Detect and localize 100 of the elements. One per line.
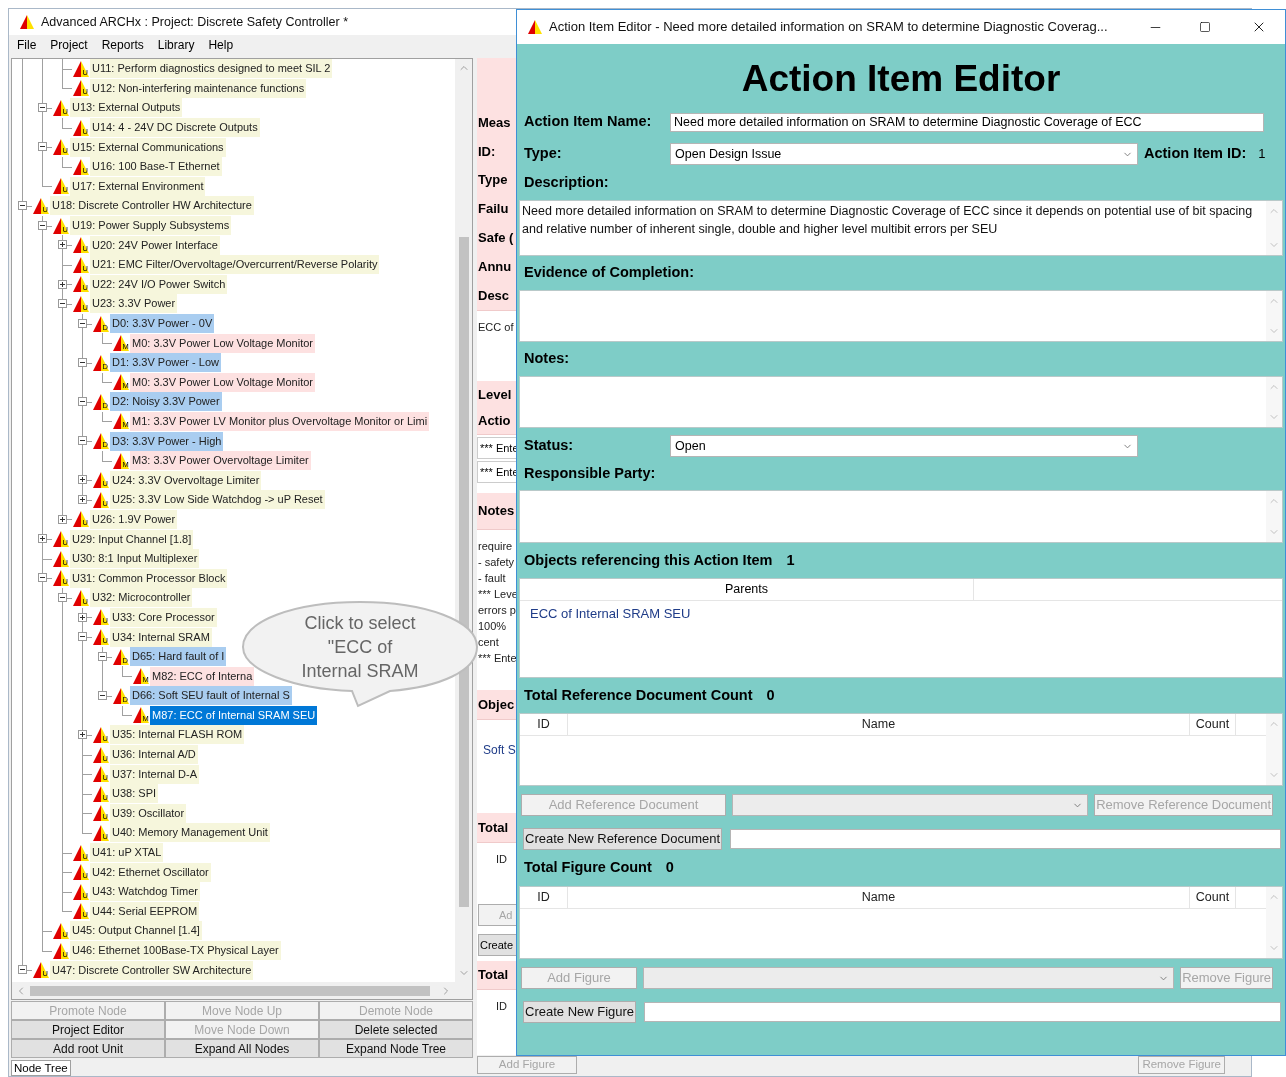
scrollbar[interactable]	[1266, 887, 1282, 958]
tree-node[interactable]: U15: External Communications	[70, 137, 226, 157]
tree-node[interactable]: M82: ECC of Interna	[150, 666, 255, 686]
tree-node[interactable]: M0: 3.3V Power Low Voltage Monitor	[130, 372, 315, 392]
tree-node[interactable]: D66: Soft SEU fault of Internal S	[130, 686, 292, 706]
tree-node[interactable]: U14: 4 - 24V DC Discrete Outputs	[90, 118, 260, 138]
collapse-icon[interactable]	[18, 965, 27, 975]
column-header[interactable]: ID	[520, 887, 568, 908]
dropdown[interactable]	[643, 967, 1175, 989]
vertical-scrollbar[interactable]	[455, 59, 472, 982]
tree-node[interactable]: U24: 3.3V Overvoltage Limiter	[110, 470, 262, 490]
tree-node[interactable]: M87: ECC of Internal SRAM SEU	[150, 705, 318, 725]
column-header[interactable]: Count	[1190, 714, 1236, 735]
tree-node[interactable]: U47: Discrete Controller SW Architecture	[50, 960, 254, 980]
tree-node[interactable]: U12: Non-interfering maintenance functions	[90, 78, 307, 98]
collapse-icon[interactable]	[78, 397, 87, 407]
tree-node[interactable]: U45: Output Channel [1.4]	[70, 921, 202, 941]
tree-node[interactable]: M0: 3.3V Power Low Voltage Monitor	[130, 333, 315, 353]
tree-node[interactable]: U13: External Outputs	[70, 98, 183, 118]
tree-node[interactable]: U26: 1.9V Power	[90, 509, 178, 529]
tree-node[interactable]: U41: uP XTAL	[90, 843, 164, 863]
notes-field[interactable]	[519, 376, 1283, 428]
expand-icon[interactable]	[58, 240, 67, 250]
expand-icon[interactable]	[58, 514, 67, 524]
column-header[interactable]: Parents	[520, 579, 974, 600]
column-header[interactable]: Name	[568, 714, 1190, 735]
button[interactable]: Delete selected	[319, 1020, 473, 1039]
button[interactable]: Create New Figure	[523, 1001, 637, 1023]
tree-node[interactable]: U37: Internal D-A	[110, 764, 199, 784]
tree-node[interactable]: U20: 24V Power Interface	[90, 235, 220, 255]
column-header[interactable]: Count	[1190, 887, 1236, 908]
collapse-icon[interactable]	[78, 632, 87, 642]
responsible-party-field[interactable]	[519, 490, 1283, 543]
column-header[interactable]: ID	[520, 714, 568, 735]
maximize-icon[interactable]	[1199, 21, 1211, 33]
tree-node[interactable]: U31: Common Processor Block	[70, 568, 228, 588]
button[interactable]: Project Editor	[11, 1020, 165, 1039]
scrollbar[interactable]	[1266, 491, 1282, 542]
expand-icon[interactable]	[78, 612, 87, 622]
tree-node[interactable]: U25: 3.3V Low Side Watchdog -> uP Reset	[110, 490, 325, 510]
scrollbar[interactable]	[1266, 377, 1282, 427]
tree-node[interactable]: D3: 3.3V Power - High	[110, 431, 224, 451]
button[interactable]: Expand Node Tree	[319, 1039, 473, 1058]
collapse-icon[interactable]	[98, 691, 107, 700]
tree-node[interactable]: U29: Input Channel [1.8]	[70, 529, 194, 549]
tree-node[interactable]: D0: 3.3V Power - 0V	[110, 314, 215, 333]
button[interactable]: Expand All Nodes	[165, 1039, 319, 1058]
dropdown[interactable]: Open Design Issue	[670, 143, 1138, 165]
tree-node[interactable]: U16: 100 Base-T Ethernet	[90, 157, 222, 177]
tree-node[interactable]: U23: 3.3V Power	[90, 294, 178, 314]
collapse-icon[interactable]	[38, 142, 47, 152]
tree-node[interactable]: U17: External Environment	[70, 176, 206, 196]
collapse-icon[interactable]	[78, 318, 87, 328]
link[interactable]: Soft S	[483, 742, 519, 758]
expand-icon[interactable]	[38, 534, 47, 544]
tree-node[interactable]: U40: Memory Management Unit	[110, 823, 270, 843]
tree-node[interactable]: U46: Ethernet 100Base-TX Physical Layer	[70, 941, 281, 960]
tree-node[interactable]: U33: Core Processor	[110, 607, 217, 627]
menu-item[interactable]: Help	[208, 36, 234, 55]
tree-node[interactable]: U18: Discrete Controller HW Architecture	[50, 196, 254, 216]
tree-node[interactable]: U35: Internal FLASH ROM	[110, 725, 245, 745]
tree-node[interactable]: U22: 24V I/O Power Switch	[90, 274, 228, 294]
tree-node[interactable]: D1: 3.3V Power - Low	[110, 353, 221, 373]
text-field[interactable]	[644, 1002, 1281, 1022]
collapse-icon[interactable]	[38, 220, 47, 230]
scrollbar[interactable]	[1266, 291, 1282, 341]
tree-node[interactable]: M1: 3.3V Power LV Monitor plus Overvoltage Monitor or Limi	[130, 412, 430, 431]
reference-link[interactable]: ECC of Internal SRAM SEU	[530, 604, 691, 624]
collapse-icon[interactable]	[38, 573, 47, 583]
text-field[interactable]	[730, 829, 1281, 849]
menu-item[interactable]: Library	[157, 36, 195, 55]
collapse-icon[interactable]	[38, 103, 47, 113]
tree-node[interactable]: M3: 3.3V Power Overvoltage Limiter	[130, 451, 311, 471]
collapse-icon[interactable]	[98, 651, 107, 661]
expand-icon[interactable]	[78, 475, 87, 485]
collapse-icon[interactable]	[78, 436, 87, 446]
name-field[interactable]: Need more detailed information on SRAM to determine Diagnostic Coverage of ECC	[670, 112, 1264, 132]
tree-node[interactable]: U42: Ethernet Oscillator	[90, 862, 211, 882]
menu-item[interactable]: Project	[50, 36, 88, 55]
tree-node[interactable]: U19: Power Supply Subsystems	[70, 216, 232, 236]
menu-item[interactable]: File	[17, 36, 37, 55]
horizontal-scrollbar[interactable]	[12, 982, 472, 999]
button[interactable]: Create New Reference Document	[523, 828, 723, 850]
tree-node[interactable]: U32: Microcontroller	[90, 588, 193, 608]
scrollbar[interactable]	[1266, 714, 1282, 785]
collapse-icon[interactable]	[18, 201, 27, 211]
description-field[interactable]	[519, 200, 1283, 256]
collapse-icon[interactable]	[78, 357, 87, 367]
tree-node[interactable]: D2: Noisy 3.3V Power	[110, 392, 222, 412]
tree-node[interactable]: U30: 8:1 Input Multiplexer	[70, 549, 200, 569]
tab[interactable]: Node Tree	[11, 1060, 71, 1076]
tree-node[interactable]: U43: Watchdog Timer	[90, 882, 200, 902]
menu-item[interactable]: Reports	[101, 36, 144, 55]
tree-node[interactable]: U39: Oscillator	[110, 803, 187, 823]
dropdown[interactable]	[732, 794, 1089, 816]
button[interactable]: Create	[478, 934, 519, 956]
tree-node[interactable]: U21: EMC Filter/Overvoltage/Overcurrent/Reverse Polarity	[90, 255, 380, 275]
tree-node[interactable]: U34: Internal SRAM	[110, 627, 212, 647]
expand-icon[interactable]	[78, 730, 87, 740]
tree-node[interactable]: U44: Serial EEPROM	[90, 901, 200, 921]
